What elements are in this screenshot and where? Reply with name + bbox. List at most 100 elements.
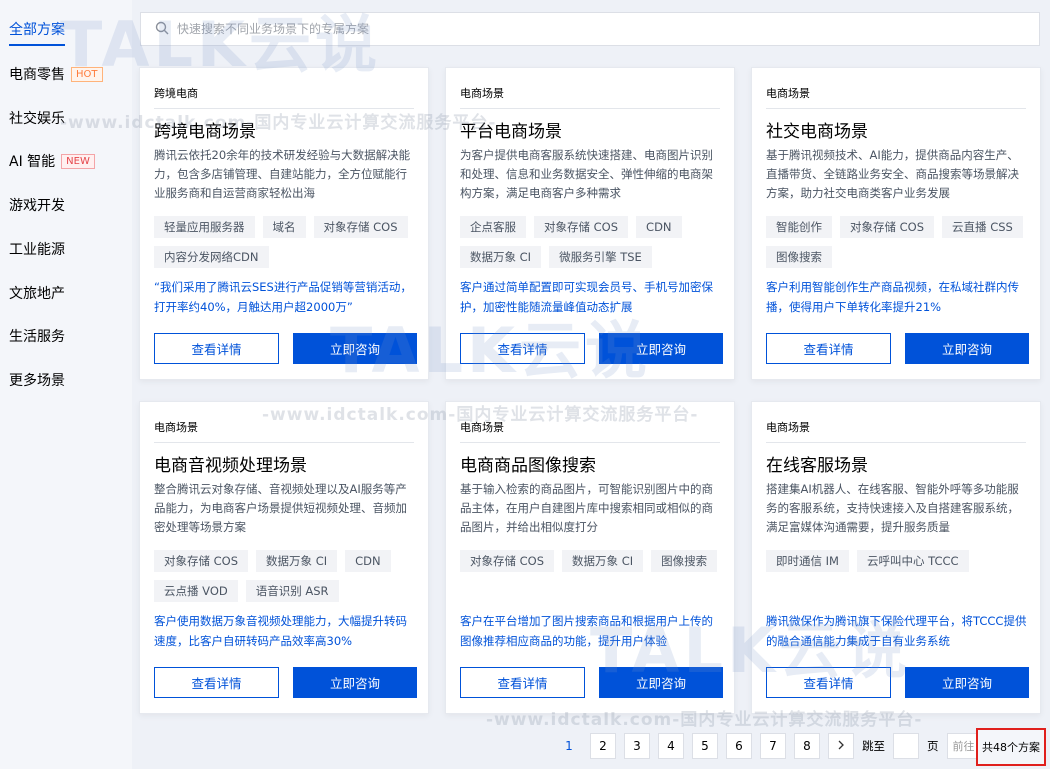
card-category: 电商场景: [460, 421, 504, 434]
solution-card: 电商场景 电商商品图像搜索 基于输入检索的商品图片，可智能识别图片中的商品主体，…: [445, 401, 735, 714]
product-tag[interactable]: 图像搜索: [651, 550, 718, 572]
product-tag[interactable]: CDN: [636, 216, 682, 238]
sidebar-item-label: 更多场景: [9, 373, 65, 389]
card-title: 社交电商场景: [766, 122, 868, 142]
view-details-button[interactable]: 查看详情: [766, 667, 891, 698]
card-tags: 即时通信 IM 云呼叫中心 TCCC: [766, 550, 1032, 572]
consult-now-button[interactable]: 立即咨询: [599, 667, 723, 698]
product-tag[interactable]: 数据万象 CI: [256, 550, 338, 572]
card-quote: “我们采用了腾讯云SES进行产品促销等营销活动，打开率约40%，月触达用户超20…: [154, 280, 412, 314]
product-tag[interactable]: 企点客服: [460, 216, 526, 238]
page-button[interactable]: 2: [590, 733, 616, 759]
sidebar: 全部方案 电商零售 HOT 社交娱乐 AI 智能 NEW 游戏开发 工业能源 文…: [0, 0, 132, 769]
product-tag[interactable]: 对象存储 COS: [534, 216, 629, 238]
sidebar-item-life[interactable]: 生活服务: [9, 326, 65, 346]
view-details-button[interactable]: 查看详情: [460, 333, 585, 364]
card-description: 整合腾讯云对象存储、音视频处理以及AI服务等产品能力，为电商客户场景提供短视频处…: [154, 482, 407, 534]
product-tag[interactable]: 语音识别 ASR: [245, 580, 339, 602]
card-tags: 企点客服 对象存储 COS CDN 数据万象 CI 微服务引擎 TSE: [460, 216, 726, 268]
card-title: 跨境电商场景: [154, 122, 256, 142]
sidebar-item-label: AI 智能: [9, 154, 56, 170]
product-tag[interactable]: 数据万象 CI: [562, 550, 644, 572]
card-title: 电商音视频处理场景: [154, 456, 307, 476]
page-button[interactable]: 8: [794, 733, 820, 759]
sidebar-item-label: 社交娱乐: [9, 111, 65, 127]
consult-now-button[interactable]: 立即咨询: [599, 333, 723, 364]
consult-now-button[interactable]: 立即咨询: [293, 667, 417, 698]
card-tags: 轻量应用服务器 域名 对象存储 COS 内容分发网络CDN: [154, 216, 420, 268]
view-details-button[interactable]: 查看详情: [460, 667, 585, 698]
product-tag[interactable]: 内容分发网络CDN: [154, 246, 269, 268]
product-tag[interactable]: 云呼叫中心 TCCC: [856, 550, 969, 572]
card-description: 基于腾讯视频技术、AI能力，提供商品内容生产、直播带货、全链路业务安全、商品搜索…: [766, 148, 1019, 200]
card-divider: [766, 442, 1026, 443]
product-tag[interactable]: 数据万象 CI: [460, 246, 542, 268]
card-description: 为客户提供电商客服系统快速搭建、电商图片识别和处理、信息和业务数据安全、弹性伸缩…: [460, 148, 713, 200]
card-category: 电商场景: [766, 87, 810, 100]
page-unit-label: 页: [927, 739, 939, 753]
view-details-button[interactable]: 查看详情: [154, 667, 279, 698]
view-details-button[interactable]: 查看详情: [766, 333, 891, 364]
card-divider: [154, 108, 414, 109]
sidebar-item-all[interactable]: 全部方案: [9, 19, 65, 46]
page-button[interactable]: 4: [658, 733, 684, 759]
product-tag[interactable]: CDN: [345, 550, 391, 572]
page-button[interactable]: 5: [692, 733, 718, 759]
product-tag[interactable]: 智能创作: [766, 216, 832, 238]
product-tag[interactable]: 对象存储 COS: [460, 550, 555, 572]
product-tag[interactable]: 云直播 CSS: [942, 216, 1023, 238]
new-badge: NEW: [61, 153, 95, 169]
card-description: 基于输入检索的商品图片，可智能识别图片中的商品主体，在用户自建图片库中搜索相同或…: [460, 482, 713, 534]
card-quote: 客户通过简单配置即可实现会员号、手机号加密保护，加密性能随流量峰值动态扩展: [460, 280, 713, 314]
product-tag[interactable]: 即时通信 IM: [766, 550, 849, 572]
pagination: 1 2 3 4 5 6 7 8 跳至 页 前往: [556, 733, 981, 759]
sidebar-item-label: 游戏开发: [9, 198, 65, 214]
card-divider: [766, 108, 1026, 109]
card-description: 搭建集AI机器人、在线客服、智能外呼等多功能服务的客服系统，支持快速接入及自搭建…: [766, 482, 1019, 534]
sidebar-item-more[interactable]: 更多场景: [9, 370, 65, 390]
solution-card: 电商场景 平台电商场景 为客户提供电商客服系统快速搭建、电商图片识别和处理、信息…: [445, 67, 735, 380]
chevron-right-icon: [836, 739, 846, 753]
sidebar-item-games[interactable]: 游戏开发: [9, 195, 65, 215]
card-divider: [460, 108, 720, 109]
product-tag[interactable]: 图像搜索: [766, 246, 832, 268]
search-input[interactable]: [177, 22, 877, 36]
view-details-button[interactable]: 查看详情: [154, 333, 279, 364]
sidebar-item-ai[interactable]: AI 智能 NEW: [9, 151, 95, 171]
card-tags: 对象存储 COS 数据万象 CI 图像搜索: [460, 550, 726, 572]
consult-now-button[interactable]: 立即咨询: [293, 333, 417, 364]
card-title: 在线客服场景: [766, 456, 868, 476]
solution-card: 电商场景 电商音视频处理场景 整合腾讯云对象存储、音视频处理以及AI服务等产品能…: [139, 401, 429, 714]
sidebar-item-industry[interactable]: 工业能源: [9, 239, 65, 259]
active-underline: [9, 44, 65, 46]
sidebar-item-social[interactable]: 社交娱乐: [9, 108, 65, 128]
page-button[interactable]: 7: [760, 733, 786, 759]
page-button-current[interactable]: 1: [556, 733, 582, 759]
sidebar-item-tourism[interactable]: 文旅地产: [9, 283, 65, 303]
card-divider: [460, 442, 720, 443]
product-tag[interactable]: 对象存储 COS: [154, 550, 249, 572]
hot-badge: HOT: [71, 66, 103, 82]
card-tags: 对象存储 COS 数据万象 CI CDN 云点播 VOD 语音识别 ASR: [154, 550, 420, 602]
page-button[interactable]: 3: [624, 733, 650, 759]
consult-now-button[interactable]: 立即咨询: [905, 333, 1029, 364]
card-tags: 智能创作 对象存储 COS 云直播 CSS 图像搜索: [766, 216, 1032, 268]
product-tag[interactable]: 域名: [262, 216, 306, 238]
card-category: 电商场景: [766, 421, 810, 434]
product-tag[interactable]: 轻量应用服务器: [154, 216, 255, 238]
product-tag[interactable]: 对象存储 COS: [840, 216, 935, 238]
consult-now-button[interactable]: 立即咨询: [905, 667, 1029, 698]
next-page-button[interactable]: [828, 733, 854, 759]
card-quote: 腾讯微保作为腾讯旗下保险代理平台，将TCCC提供的融合通信能力集成于自有业务系统: [766, 614, 1027, 648]
jump-page-input[interactable]: [893, 733, 919, 759]
sidebar-item-label: 文旅地产: [9, 286, 65, 302]
product-tag[interactable]: 云点播 VOD: [154, 580, 238, 602]
product-tag[interactable]: 对象存储 COS: [313, 216, 408, 238]
search-bar[interactable]: [140, 12, 1040, 46]
page-button[interactable]: 6: [726, 733, 752, 759]
sidebar-item-ecommerce[interactable]: 电商零售 HOT: [9, 64, 103, 84]
card-category: 电商场景: [154, 421, 198, 434]
card-title: 平台电商场景: [460, 122, 562, 142]
jump-label: 跳至: [862, 739, 885, 753]
product-tag[interactable]: 微服务引擎 TSE: [549, 246, 652, 268]
